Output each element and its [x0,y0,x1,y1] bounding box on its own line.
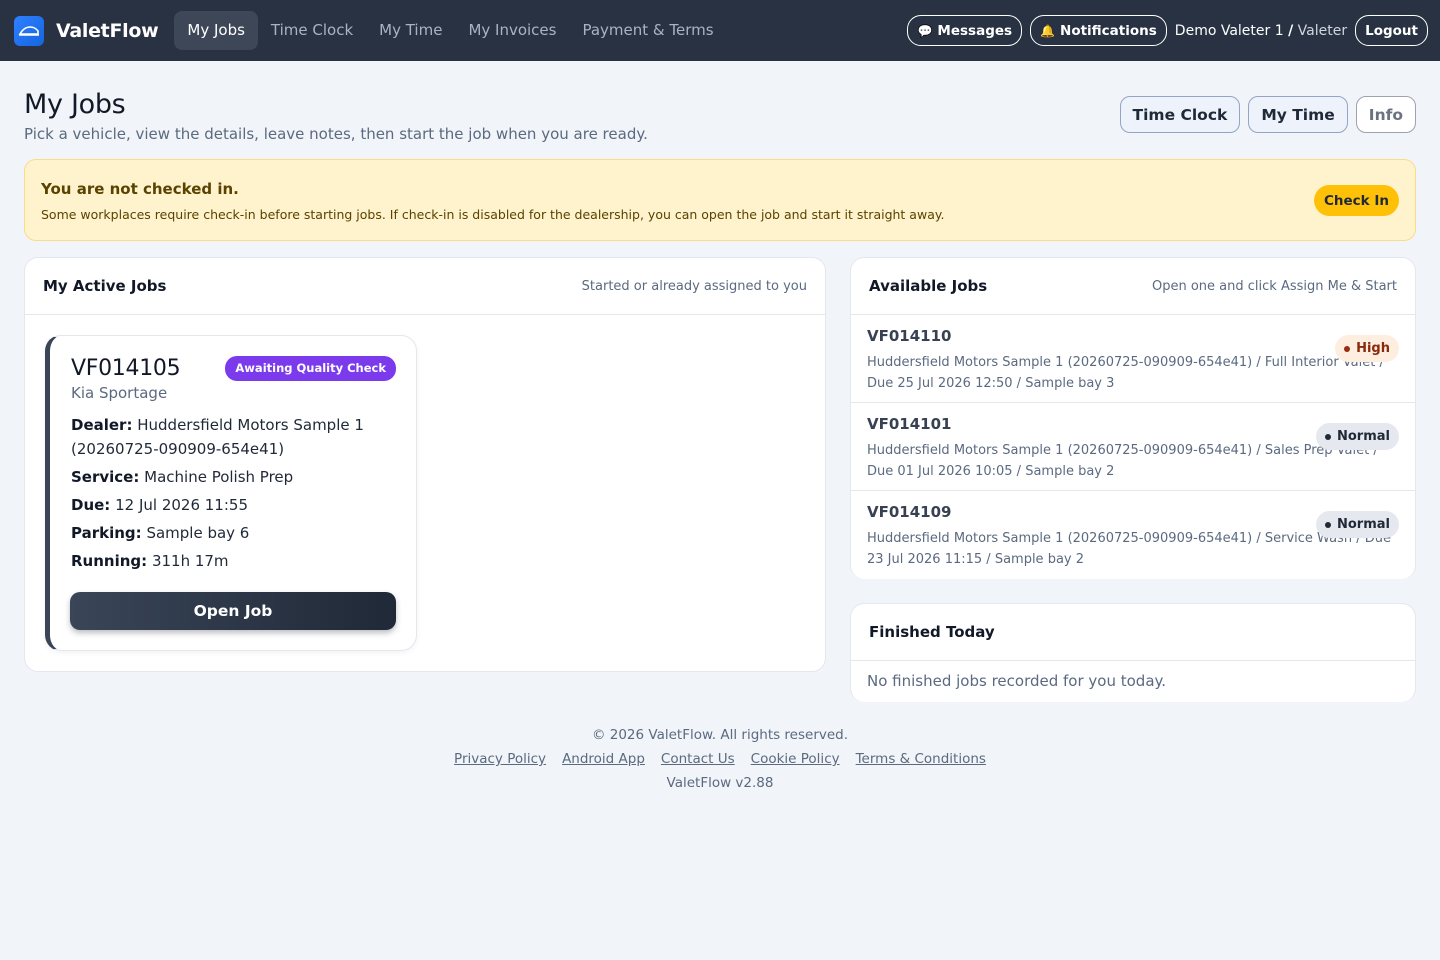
cookie-policy-link[interactable]: Cookie Policy [751,751,840,767]
dot-icon [1325,433,1331,440]
user-info: Demo Valeter 1 / Valeter [1175,23,1347,39]
car-logo-icon [14,15,44,46]
parking-label: Parking: [71,524,142,542]
info-button[interactable]: Info [1355,96,1416,133]
check-in-button[interactable]: Check In [1314,185,1399,216]
open-job-button[interactable]: Open Job [70,592,396,630]
android-app-link[interactable]: Android App [562,751,645,767]
job-service: Service: Machine Polish Prep [71,465,396,489]
nav-my-jobs[interactable]: My Jobs [174,11,258,50]
active-job-card[interactable]: VF014105 Awaiting Quality Check Kia Spor… [45,335,417,651]
finished-today-title: Finished Today [869,623,995,641]
notifications-label: Notifications [1060,22,1157,39]
priority-badge: Normal [1316,423,1399,450]
available-jobs-panel: Available Jobs Open one and click Assign… [850,257,1416,579]
user-separator: / [1288,22,1294,39]
user-role: Valeter [1297,22,1348,39]
active-jobs-hint: Started or already assigned to you [581,278,807,294]
privacy-policy-link[interactable]: Privacy Policy [454,751,546,767]
copyright: © 2026 ValetFlow. All rights reserved. [591,727,849,743]
nav-payment-terms[interactable]: Payment & Terms [569,11,726,50]
job-vehicle: Kia Sportage [71,384,168,402]
job-due: Due: 12 Jul 2026 11:55 [71,493,396,517]
available-job-desc: Huddersfield Motors Sample 1 (20260725-0… [867,355,1384,391]
bell-icon: 🔔 [1040,23,1056,38]
priority-label: High [1356,341,1390,356]
brand[interactable]: ValetFlow [14,15,159,46]
available-job-desc: Huddersfield Motors Sample 1 (20260725-0… [867,443,1378,479]
page-header: My Jobs Pick a vehicle, view the details… [0,61,1440,159]
messages-label: Messages [937,22,1013,39]
list-item[interactable]: VF014110 High Huddersfield Motors Sample… [851,315,1415,403]
available-job-id: VF014110 [867,327,952,345]
nav-my-invoices[interactable]: My Invoices [455,11,569,50]
available-jobs-hint: Open one and click Assign Me & Start [1152,278,1397,294]
available-job-desc: Huddersfield Motors Sample 1 (20260725-0… [867,531,1391,567]
job-parking: Parking: Sample bay 6 [71,521,396,545]
running-value: 311h 17m [151,552,229,570]
speech-bubble-icon: 💬 [917,23,933,38]
check-in-alert: You are not checked in. Some workplaces … [24,159,1416,241]
due-value: 12 Jul 2026 11:55 [115,496,248,514]
time-clock-button[interactable]: Time Clock [1119,96,1241,133]
available-jobs-title: Available Jobs [869,277,988,295]
job-dealer: Dealer: Huddersfield Motors Sample 1 (20… [71,413,396,461]
logout-button[interactable]: Logout [1355,15,1428,46]
contact-us-link[interactable]: Contact Us [661,751,735,767]
priority-label: Normal [1337,517,1390,532]
alert-title: You are not checked in. [41,180,239,198]
finished-empty-message: No finished jobs recorded for you today. [867,672,1167,690]
list-item[interactable]: VF014109 Normal Huddersfield Motors Samp… [851,491,1415,579]
priority-badge: High [1335,335,1399,362]
status-badge: Awaiting Quality Check [225,356,396,381]
nav-time-clock[interactable]: Time Clock [258,11,366,50]
priority-label: Normal [1337,429,1390,444]
user-name: Demo Valeter 1 [1174,22,1284,39]
running-label: Running: [71,552,148,570]
terms-link[interactable]: Terms & Conditions [856,751,986,767]
messages-button[interactable]: 💬 Messages [907,15,1023,46]
alert-text: Some workplaces require check-in before … [41,207,945,222]
dot-icon [1344,345,1351,352]
version: ValetFlow v2.88 [666,775,774,791]
brand-name: ValetFlow [56,19,159,42]
nav-my-time[interactable]: My Time [366,11,455,50]
priority-badge: Normal [1316,511,1399,538]
due-label: Due: [71,496,111,514]
top-nav: ValetFlow My Jobs Time Clock My Time My … [0,0,1440,61]
notifications-button[interactable]: 🔔 Notifications [1030,15,1167,46]
service-label: Service: [71,468,140,486]
parking-value: Sample bay 6 [146,524,250,542]
list-item[interactable]: VF014101 Normal Huddersfield Motors Samp… [851,403,1415,491]
footer: © 2026 ValetFlow. All rights reserved. P… [0,727,1440,791]
dealer-label: Dealer: [71,416,133,434]
finished-today-panel: Finished Today No finished jobs recorded… [850,603,1416,702]
active-jobs-title: My Active Jobs [43,277,167,295]
job-running: Running: 311h 17m [71,549,396,573]
active-jobs-panel: My Active Jobs Started or already assign… [24,257,826,672]
service-value: Machine Polish Prep [144,468,294,486]
dot-icon [1325,521,1331,528]
my-time-button[interactable]: My Time [1248,96,1348,133]
